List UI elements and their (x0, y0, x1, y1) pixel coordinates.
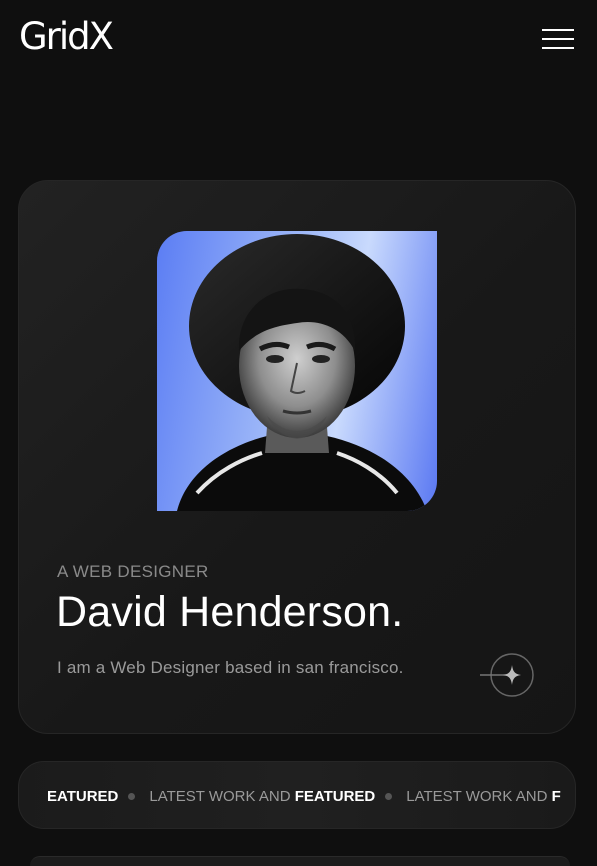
portrait-illustration (177, 234, 427, 511)
marquee-items: EATURED LATEST WORK AND FEATURED LATEST WO… (47, 788, 561, 805)
logo[interactable]: GridX (19, 18, 114, 55)
sparkle-arrow-icon[interactable] (478, 652, 536, 698)
marquee-item: LATEST WORK AND (406, 788, 548, 805)
marquee-item: F (551, 788, 561, 805)
dot-separator-icon (128, 793, 136, 801)
dot-separator-icon (385, 793, 393, 801)
marquee-item: LATEST WORK AND (149, 788, 291, 805)
marquee-item: EATURED (47, 788, 119, 805)
profile-bio: I am a Web Designer based in san francis… (57, 658, 404, 677)
next-card-edge (30, 856, 570, 866)
portrait-image (157, 231, 437, 511)
site-header: GridX (0, 0, 597, 80)
marquee-track: EATURED LATEST WORK AND FEATURED LATEST WO… (19, 762, 575, 828)
marquee-item: FEATURED (294, 788, 376, 805)
marquee-banner: EATURED LATEST WORK AND FEATURED LATEST WO… (18, 761, 576, 829)
profile-name: David Henderson. (56, 588, 404, 636)
profile-subtitle: A WEB DESIGNER (57, 562, 209, 581)
hamburger-menu-icon[interactable] (542, 27, 576, 51)
